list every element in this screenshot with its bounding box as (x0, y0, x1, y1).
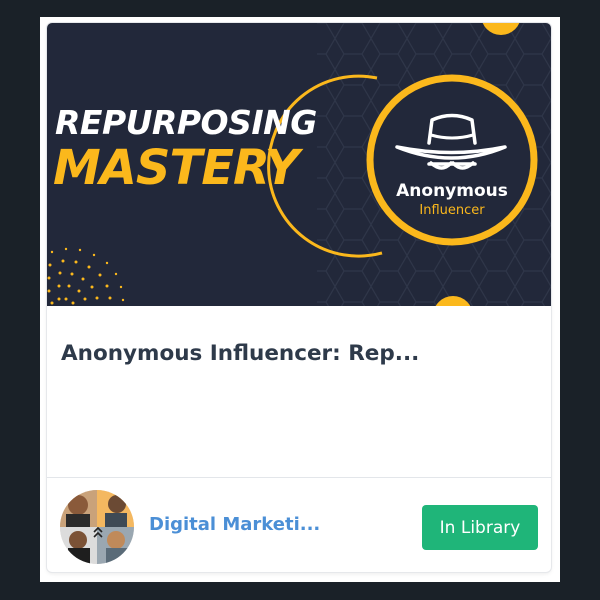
seller-avatar[interactable] (60, 490, 134, 564)
product-card[interactable]: REPURPOSING MASTERY Anonymous Influencer… (47, 23, 551, 572)
card-divider (47, 477, 551, 478)
dotted-arcs (47, 247, 125, 305)
banner-headline-line2: MASTERY (53, 140, 299, 196)
product-banner-image[interactable]: REPURPOSING MASTERY Anonymous Influencer (47, 23, 551, 306)
banner-headline-line1: REPURPOSING (55, 103, 317, 142)
avatar-collage (60, 490, 134, 564)
logo-subtitle: Influencer (419, 203, 485, 218)
seller-name-link[interactable]: Digital Marketi... (149, 514, 320, 535)
in-library-button[interactable]: In Library (422, 505, 538, 550)
product-title[interactable]: Anonymous Influencer: Rep... (61, 341, 419, 366)
logo-name: Anonymous (396, 181, 508, 201)
